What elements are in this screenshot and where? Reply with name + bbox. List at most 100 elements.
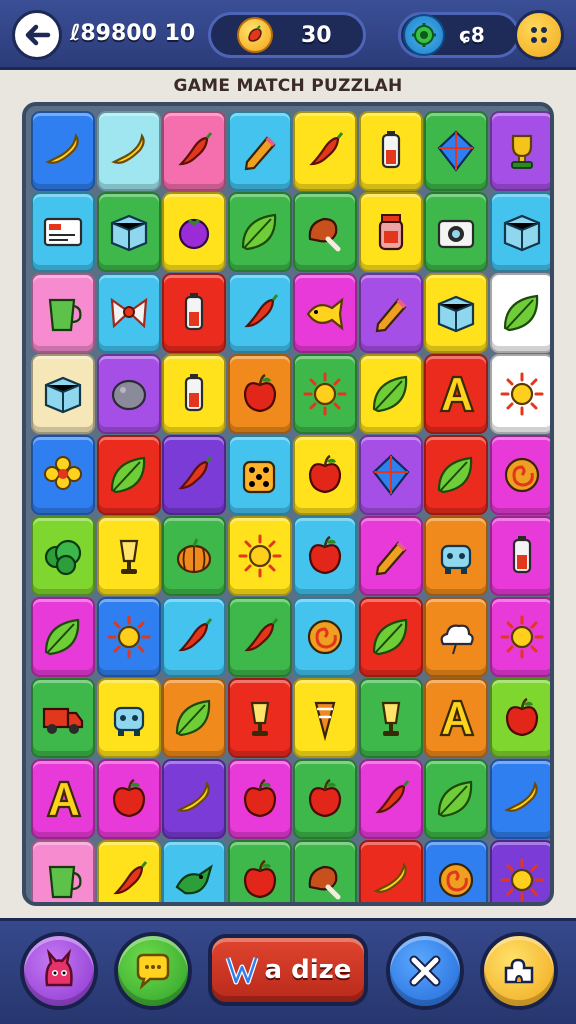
tile-pumpkin[interactable] xyxy=(162,516,226,596)
tile-box[interactable] xyxy=(489,192,550,272)
monster-button[interactable] xyxy=(20,932,98,1010)
tile-chili[interactable] xyxy=(293,111,357,191)
close-button[interactable] xyxy=(386,932,464,1010)
tile-chili[interactable] xyxy=(162,435,226,515)
tile-pencil[interactable] xyxy=(358,273,423,353)
puzzle-button[interactable] xyxy=(480,932,558,1010)
tile-leaf[interactable] xyxy=(96,435,161,515)
tile-kite[interactable] xyxy=(358,435,423,515)
tile-box[interactable] xyxy=(31,354,95,434)
tile-battery[interactable] xyxy=(489,516,550,596)
tile-box[interactable] xyxy=(96,192,161,272)
tile-trophy[interactable] xyxy=(489,111,550,191)
settings-label: ɕ8 xyxy=(459,23,485,47)
tile-cloud[interactable] xyxy=(424,597,488,677)
tile-leaf[interactable] xyxy=(227,192,292,272)
tile-banana[interactable] xyxy=(96,111,161,191)
tile-stone[interactable] xyxy=(96,354,161,434)
tile-sun[interactable] xyxy=(489,597,550,677)
tile-banana[interactable] xyxy=(489,759,550,839)
tile-letter[interactable] xyxy=(424,678,488,758)
back-button[interactable] xyxy=(12,10,62,60)
tile-cup[interactable] xyxy=(31,273,95,353)
tile-robot[interactable] xyxy=(96,678,161,758)
tile-robot[interactable] xyxy=(424,516,488,596)
tile-camera[interactable] xyxy=(424,192,488,272)
tile-leaf[interactable] xyxy=(424,435,488,515)
tile-apple[interactable] xyxy=(489,678,550,758)
apple-icon xyxy=(112,778,145,818)
tile-card[interactable] xyxy=(31,192,95,272)
tile-apple[interactable] xyxy=(293,759,357,839)
tile-leaf[interactable] xyxy=(489,273,550,353)
tile-letter[interactable] xyxy=(31,759,95,839)
tile-jar[interactable] xyxy=(358,192,423,272)
tile-chili[interactable] xyxy=(162,111,226,191)
tile-apple[interactable] xyxy=(227,759,292,839)
chat-button[interactable] xyxy=(114,932,192,1010)
tile-banana[interactable] xyxy=(31,111,95,191)
tile-cone[interactable] xyxy=(293,678,357,758)
tile-truck[interactable] xyxy=(31,678,95,758)
tile-apple[interactable] xyxy=(293,435,357,515)
tile-leaf[interactable] xyxy=(358,354,423,434)
tile-lamp[interactable] xyxy=(358,678,423,758)
box-icon xyxy=(437,295,475,333)
tile-banana[interactable] xyxy=(358,840,423,902)
tile-drumstick[interactable] xyxy=(293,840,357,902)
tile-apple[interactable] xyxy=(293,516,357,596)
tile-dice[interactable] xyxy=(227,435,292,515)
tile-chili[interactable] xyxy=(227,597,292,677)
tile-banana[interactable] xyxy=(162,759,226,839)
tile-apple[interactable] xyxy=(227,354,292,434)
tile-leaf[interactable] xyxy=(424,759,488,839)
apple-icon xyxy=(308,778,342,818)
tile-lamp[interactable] xyxy=(96,516,161,596)
tile-fish[interactable] xyxy=(293,273,357,353)
tile-bird[interactable] xyxy=(162,840,226,902)
tile-apple[interactable] xyxy=(96,759,161,839)
tile-letter[interactable] xyxy=(424,354,488,434)
tile-battery[interactable] xyxy=(358,111,423,191)
tile-pencil[interactable] xyxy=(358,516,423,596)
tile-lamp[interactable] xyxy=(227,678,292,758)
tile-kite[interactable] xyxy=(424,111,488,191)
tile-chili[interactable] xyxy=(227,273,292,353)
tile-flower[interactable] xyxy=(31,435,95,515)
swirl-icon xyxy=(307,619,343,655)
tile-box[interactable] xyxy=(424,273,488,353)
tile-sun[interactable] xyxy=(293,354,357,434)
tile-pencil[interactable] xyxy=(227,111,292,191)
gear-icon[interactable] xyxy=(403,14,445,56)
tile-chili[interactable] xyxy=(162,597,226,677)
tile-battery[interactable] xyxy=(162,354,226,434)
tile-apple[interactable] xyxy=(227,840,292,902)
tile-swirl[interactable] xyxy=(424,840,488,902)
tile-swirl[interactable] xyxy=(293,597,357,677)
size-button[interactable]: a dize xyxy=(208,934,368,1006)
tile-chili[interactable] xyxy=(358,759,423,839)
tile-bow[interactable] xyxy=(96,273,161,353)
tile-bush[interactable] xyxy=(31,516,95,596)
tile-drumstick[interactable] xyxy=(293,192,357,272)
fish-icon xyxy=(306,297,344,331)
tile-sun[interactable] xyxy=(489,354,550,434)
menu-button[interactable] xyxy=(514,10,564,60)
cup-icon xyxy=(48,865,82,899)
drumstick-icon xyxy=(308,865,341,900)
tile-cup[interactable] xyxy=(31,840,95,902)
tile-battery[interactable] xyxy=(162,273,226,353)
tile-leaf[interactable] xyxy=(31,597,95,677)
chili-icon xyxy=(243,294,278,328)
tile-leaf[interactable] xyxy=(358,597,423,677)
tile-chili[interactable] xyxy=(96,840,161,902)
coin-counter: 30 xyxy=(208,12,366,58)
tile-sun[interactable] xyxy=(96,597,161,677)
puzzle-icon xyxy=(504,958,534,984)
tile-berry[interactable] xyxy=(162,192,226,272)
tile-sun[interactable] xyxy=(227,516,292,596)
tile-swirl[interactable] xyxy=(489,435,550,515)
tile-sun[interactable] xyxy=(489,840,550,902)
tile-leaf[interactable] xyxy=(162,678,226,758)
leaf-icon xyxy=(44,618,80,656)
